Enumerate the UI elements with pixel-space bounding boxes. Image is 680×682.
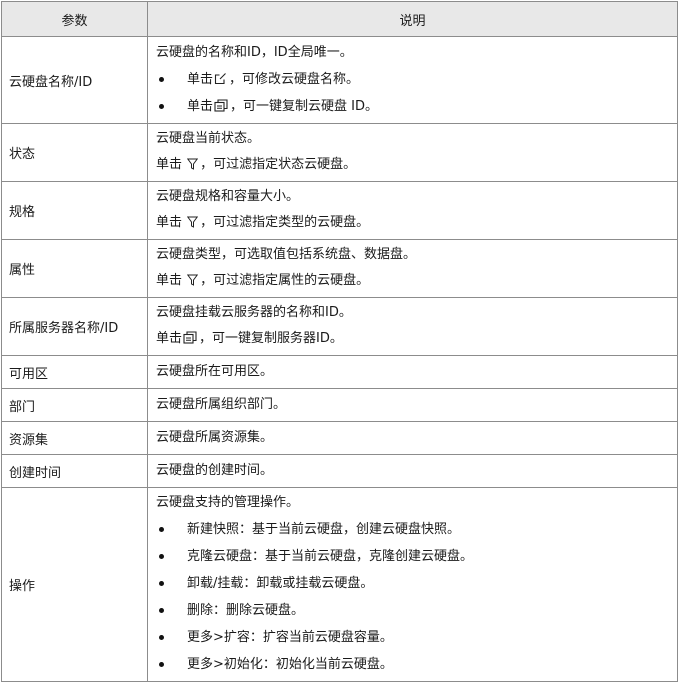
param-cell: 规格 bbox=[1, 181, 148, 240]
description-text: 云硬盘的名称和ID，ID全局唯一。 bbox=[156, 44, 353, 60]
description-cell: 云硬盘支持的管理操作。新建快照：基于当前云硬盘，创建云硬盘快照。 克隆云硬盘：基于… bbox=[147, 487, 678, 682]
description-cell: 云硬盘当前状态。 单击 ，可过滤指定状态云硬盘。 bbox=[147, 123, 678, 182]
bullet-item: 单击 ，可一键复制云硬盘 ID。 bbox=[156, 93, 669, 120]
description-text: 云硬盘支持的管理操作。 bbox=[156, 495, 300, 510]
description-line: 单击 ，可过滤指定属性的云硬盘。 bbox=[156, 268, 669, 294]
description-text: 更多>初始化：初始化当前云硬盘。 bbox=[187, 657, 393, 672]
description-cell: 云硬盘的创建时间。 bbox=[147, 454, 678, 488]
table-row: 所属服务器名称/ID 云硬盘挂载云服务器的名称和ID。 单击 ，可一键复制服务器ID。 bbox=[1, 297, 678, 356]
description-text: 云硬盘所在可用区。 bbox=[156, 363, 274, 379]
table-header-row: 参数 说明 bbox=[1, 1, 678, 37]
description-text-post: ，可一键复制云硬盘 ID。 bbox=[230, 98, 378, 114]
description-line: 云硬盘类型，可选取值包括系统盘、数据盘。 bbox=[156, 242, 669, 268]
bullet-item: 单击 ，可修改云硬盘名称。 bbox=[156, 66, 669, 93]
description-cell: 云硬盘所属资源集。 bbox=[147, 421, 678, 455]
table-row: 资源集 云硬盘所属资源集。 bbox=[1, 421, 678, 455]
description-line: 云硬盘挂载云服务器的名称和ID。 bbox=[156, 300, 669, 326]
description-cell: 云硬盘所在可用区。 bbox=[147, 355, 678, 389]
description-text: 云硬盘所属组织部门。 bbox=[156, 396, 287, 412]
description-text: 云硬盘类型，可选取值包括系统盘、数据盘。 bbox=[156, 247, 417, 262]
description-text-pre: 单击 bbox=[156, 215, 187, 230]
copy-icon bbox=[183, 331, 197, 344]
description-cell: 云硬盘所属组织部门。 bbox=[147, 388, 678, 422]
table-row: 创建时间 云硬盘的创建时间。 bbox=[1, 454, 678, 488]
description-text-post: ，可过滤指定状态云硬盘。 bbox=[200, 157, 357, 172]
bullet-item: 卸载/挂载：卸载或挂载云硬盘。 bbox=[156, 570, 669, 597]
bullet-item: 删除：删除云硬盘。 bbox=[156, 597, 669, 624]
header-desc: 说明 bbox=[147, 1, 678, 37]
param-cell: 操作 bbox=[1, 487, 148, 682]
parameter-table: 参数 说明 云硬盘名称/ID 云硬盘的名称和ID，ID全局唯一。 单击 ，可修改云硬盘… bbox=[1, 1, 678, 682]
description-line: 云硬盘所属组织部门。 bbox=[156, 392, 669, 418]
description-text: 更多>扩容：扩容当前云硬盘容量。 bbox=[187, 630, 393, 645]
param-cell: 创建时间 bbox=[1, 454, 148, 488]
param-cell: 云硬盘名称/ID bbox=[1, 36, 148, 124]
bullet-item: 更多>扩容：扩容当前云硬盘容量。 bbox=[156, 624, 669, 651]
description-text-pre: 单击 bbox=[156, 157, 187, 172]
description-text-pre: 单击 bbox=[156, 273, 187, 288]
description-text-post: ，可过滤指定类型的云硬盘。 bbox=[200, 215, 370, 230]
description-text: 云硬盘所属资源集。 bbox=[156, 429, 274, 445]
description-text: 云硬盘当前状态。 bbox=[156, 131, 261, 146]
description-line: 云硬盘规格和容量大小。 bbox=[156, 184, 669, 210]
table-row: 可用区 云硬盘所在可用区。 bbox=[1, 355, 678, 389]
description-text-post: ，可一键复制服务器ID。 bbox=[199, 331, 343, 346]
description-line: 云硬盘所属资源集。 bbox=[156, 425, 669, 451]
table-row: 操作 云硬盘支持的管理操作。新建快照：基于当前云硬盘，创建云硬盘快照。 克隆云硬盘：… bbox=[1, 487, 678, 682]
bullet-item: 更多>初始化：初始化当前云硬盘。 bbox=[156, 651, 669, 678]
description-text-post: ，可过滤指定属性的云硬盘。 bbox=[200, 273, 370, 288]
description-cell: 云硬盘规格和容量大小。 单击 ，可过滤指定类型的云硬盘。 bbox=[147, 181, 678, 240]
edit-icon bbox=[214, 72, 227, 85]
description-text: 云硬盘规格和容量大小。 bbox=[156, 189, 300, 204]
param-cell: 资源集 bbox=[1, 421, 148, 455]
param-cell: 所属服务器名称/ID bbox=[1, 297, 148, 356]
description-text: 克隆云硬盘：基于当前云硬盘，克隆创建云硬盘。 bbox=[187, 549, 474, 564]
description-text: 新建快照：基于当前云硬盘，创建云硬盘快照。 bbox=[187, 522, 461, 537]
description-line: 云硬盘的创建时间。 bbox=[156, 458, 669, 484]
description-text-pre: 单击 bbox=[187, 98, 214, 114]
filter-icon bbox=[187, 216, 199, 228]
bullet-item: 克隆云硬盘：基于当前云硬盘，克隆创建云硬盘。 bbox=[156, 543, 669, 570]
description-text: 删除：删除云硬盘。 bbox=[187, 603, 305, 618]
description-line: 云硬盘所在可用区。 bbox=[156, 359, 669, 385]
param-cell: 状态 bbox=[1, 123, 148, 182]
description-line: 单击 ，可一键复制服务器ID。 bbox=[156, 326, 669, 352]
param-cell: 部门 bbox=[1, 388, 148, 422]
description-line: 云硬盘的名称和ID，ID全局唯一。 bbox=[156, 40, 669, 66]
bullet-item: 新建快照：基于当前云硬盘，创建云硬盘快照。 bbox=[156, 516, 669, 543]
description-line: 云硬盘支持的管理操作。 bbox=[156, 490, 669, 516]
description-line: 单击 ，可过滤指定类型的云硬盘。 bbox=[156, 210, 669, 236]
description-cell: 云硬盘挂载云服务器的名称和ID。 单击 ，可一键复制服务器ID。 bbox=[147, 297, 678, 356]
description-text-pre: 单击 bbox=[187, 71, 214, 87]
table-row: 状态 云硬盘当前状态。 单击 ，可过滤指定状态云硬盘。 bbox=[1, 123, 678, 182]
table-row: 规格 云硬盘规格和容量大小。 单击 ，可过滤指定类型的云硬盘。 bbox=[1, 181, 678, 240]
header-param: 参数 bbox=[1, 1, 148, 37]
table-row: 云硬盘名称/ID 云硬盘的名称和ID，ID全局唯一。单击 ，可修改云硬盘名称。 单击 ，… bbox=[1, 36, 678, 124]
description-text: 云硬盘的创建时间。 bbox=[156, 462, 274, 478]
param-cell: 属性 bbox=[1, 239, 148, 298]
description-line: 单击 ，可过滤指定状态云硬盘。 bbox=[156, 152, 669, 178]
description-text: 卸载/挂载：卸载或挂载云硬盘。 bbox=[187, 576, 374, 591]
description-text: 云硬盘挂载云服务器的名称和ID。 bbox=[156, 305, 352, 320]
description-line: 云硬盘当前状态。 bbox=[156, 126, 669, 152]
description-cell: 云硬盘的名称和ID，ID全局唯一。单击 ，可修改云硬盘名称。 单击 ，可一键复制云硬盘… bbox=[147, 36, 678, 124]
description-cell: 云硬盘类型，可选取值包括系统盘、数据盘。 单击 ，可过滤指定属性的云硬盘。 bbox=[147, 239, 678, 298]
copy-icon bbox=[214, 98, 228, 112]
table-row: 属性 云硬盘类型，可选取值包括系统盘、数据盘。 单击 ，可过滤指定属性的云硬盘。 bbox=[1, 239, 678, 298]
filter-icon bbox=[187, 158, 199, 170]
table-row: 部门 云硬盘所属组织部门。 bbox=[1, 388, 678, 422]
description-text-pre: 单击 bbox=[156, 331, 183, 346]
param-cell: 可用区 bbox=[1, 355, 148, 389]
filter-icon bbox=[187, 274, 199, 286]
description-text-post: ，可修改云硬盘名称。 bbox=[229, 71, 360, 87]
